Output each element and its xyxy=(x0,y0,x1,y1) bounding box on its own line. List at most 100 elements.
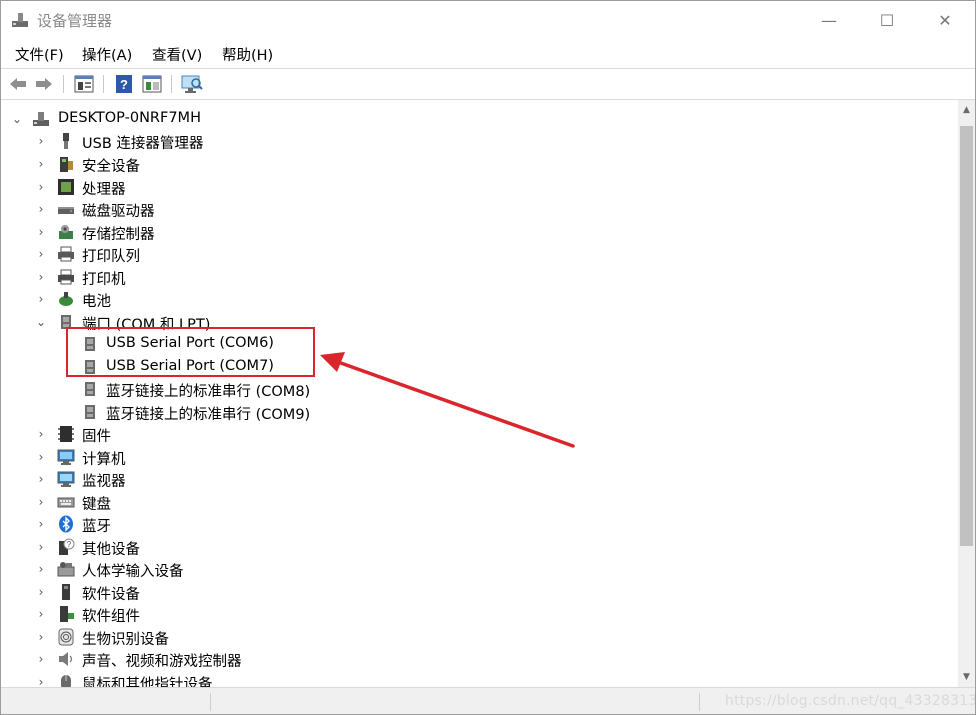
tree-item-label: 存储控制器 xyxy=(82,227,155,243)
tree-item-disk-drive[interactable]: › 磁盘驱动器 xyxy=(1,198,941,220)
sound-icon xyxy=(59,652,73,666)
tree-item-battery[interactable]: › 电池 xyxy=(1,288,941,310)
port-item-com9[interactable]: 蓝牙链接上的标准串行 (COM9) xyxy=(1,401,941,423)
computer-icon xyxy=(57,449,75,465)
tree-item-label: 软件设备 xyxy=(82,587,140,603)
scrollbar-thumb[interactable] xyxy=(960,126,973,546)
svg-text:?: ? xyxy=(67,540,72,549)
print-queue-icon xyxy=(58,246,74,262)
menu-action[interactable]: 操作(A) xyxy=(82,44,132,65)
chevron-right-icon[interactable]: › xyxy=(34,178,48,196)
tree-item-storage-controller[interactable]: › 存储控制器 xyxy=(1,221,941,243)
chevron-right-icon[interactable]: › xyxy=(34,223,48,241)
tree-item-print-queue[interactable]: › 打印队列 xyxy=(1,243,941,265)
security-device-icon xyxy=(60,157,73,172)
firmware-icon xyxy=(58,426,74,442)
toolbar-separator xyxy=(103,75,104,93)
chevron-right-icon[interactable]: › xyxy=(34,583,48,601)
battery-icon xyxy=(59,292,73,306)
biometric-icon xyxy=(58,628,74,646)
chevron-right-icon[interactable]: › xyxy=(34,470,48,488)
tree-item-label: 固件 xyxy=(82,429,111,445)
tree-item-usb-connector[interactable]: › USB 连接器管理器 xyxy=(1,130,941,152)
tree-item-label: 打印机 xyxy=(82,272,126,288)
tree-item-mouse[interactable]: › 鼠标和其他指针设备 xyxy=(1,671,941,687)
monitor-icon xyxy=(57,471,75,487)
chevron-right-icon[interactable]: › xyxy=(34,673,48,687)
minimize-button[interactable]: — xyxy=(800,1,858,39)
properties-icon[interactable] xyxy=(73,73,95,95)
chevron-right-icon[interactable]: › xyxy=(34,628,48,646)
tree-item-software-device[interactable]: › 软件设备 xyxy=(1,581,941,603)
port-item-label: 蓝牙链接上的标准串行 (COM8) xyxy=(106,384,311,400)
menu-file[interactable]: 文件(F) xyxy=(15,44,64,65)
chevron-right-icon[interactable]: › xyxy=(34,493,48,511)
usb-connector-icon xyxy=(63,133,69,149)
tree-item-firmware[interactable]: › 固件 xyxy=(1,423,941,445)
highlight-box xyxy=(66,327,315,377)
tree-item-sound[interactable]: › 声音、视频和游戏控制器 xyxy=(1,648,941,670)
hid-icon xyxy=(57,562,75,577)
chevron-down-icon[interactable]: ⌄ xyxy=(10,110,24,128)
tree-item-label: USB 连接器管理器 xyxy=(82,136,204,152)
chevron-down-icon[interactable]: ⌄ xyxy=(34,313,48,331)
chevron-right-icon[interactable]: › xyxy=(34,132,48,150)
chevron-right-icon[interactable]: › xyxy=(34,245,48,263)
tree-root[interactable]: ⌄ DESKTOP-0NRF7MH xyxy=(1,108,941,130)
tree-item-printer[interactable]: › 打印机 xyxy=(1,266,941,288)
menu-help[interactable]: 帮助(H) xyxy=(222,44,273,65)
tree-item-security[interactable]: › 安全设备 xyxy=(1,153,941,175)
menu-bar: 文件(F) 操作(A) 查看(V) 帮助(H) xyxy=(1,39,975,67)
software-component-icon xyxy=(60,606,74,622)
chevron-right-icon[interactable]: › xyxy=(34,650,48,668)
tree-item-computer[interactable]: › 计算机 xyxy=(1,446,941,468)
tree-item-label: 安全设备 xyxy=(82,159,140,175)
scroll-up-icon[interactable]: ▲ xyxy=(958,102,975,118)
tree-item-hid[interactable]: › 人体学输入设备 xyxy=(1,558,941,580)
close-button[interactable]: ✕ xyxy=(916,1,974,39)
toolbar-separator xyxy=(63,75,64,93)
scroll-down-icon[interactable]: ▼ xyxy=(958,669,975,685)
tree-item-other-devices[interactable]: › ? 其他设备 xyxy=(1,536,941,558)
help-icon[interactable]: ? xyxy=(113,73,135,95)
tree-item-keyboard[interactable]: › 键盘 xyxy=(1,491,941,513)
tree-item-label: 处理器 xyxy=(82,182,126,198)
tree-item-label: 声音、视频和游戏控制器 xyxy=(82,654,242,670)
device-manager-app-icon xyxy=(12,13,28,27)
mouse-icon xyxy=(61,675,71,687)
maximize-button[interactable]: ☐ xyxy=(858,1,916,39)
tree-item-label: 软件组件 xyxy=(82,609,140,625)
chevron-right-icon[interactable]: › xyxy=(34,515,48,533)
chevron-right-icon[interactable]: › xyxy=(34,268,48,286)
bluetooth-icon xyxy=(59,515,73,533)
back-icon[interactable] xyxy=(7,73,29,95)
chevron-right-icon[interactable]: › xyxy=(34,200,48,218)
tree-item-biometric[interactable]: › 生物识别设备 xyxy=(1,626,941,648)
port-item-com8[interactable]: 蓝牙链接上的标准串行 (COM8) xyxy=(1,378,941,400)
toolbar: ? xyxy=(1,68,975,100)
storage-controller-icon xyxy=(59,225,73,239)
tree-item-bluetooth[interactable]: › 蓝牙 xyxy=(1,513,941,535)
menu-view[interactable]: 查看(V) xyxy=(152,44,202,65)
serial-port-icon xyxy=(85,405,95,419)
window-title: 设备管理器 xyxy=(37,12,113,30)
vertical-scrollbar[interactable]: ▲ ▼ xyxy=(958,100,975,687)
chevron-right-icon[interactable]: › xyxy=(34,538,48,556)
tree-item-monitor[interactable]: › 监视器 xyxy=(1,468,941,490)
status-bar: https://blog.csdn.net/qq_43328313 xyxy=(1,687,975,714)
chevron-right-icon[interactable]: › xyxy=(34,290,48,308)
printer-icon xyxy=(58,269,74,285)
chevron-right-icon[interactable]: › xyxy=(34,560,48,578)
toolbar-separator xyxy=(171,75,172,93)
update-driver-icon[interactable] xyxy=(141,73,163,95)
chevron-right-icon[interactable]: › xyxy=(34,155,48,173)
chevron-right-icon[interactable]: › xyxy=(34,425,48,443)
scan-hardware-icon[interactable] xyxy=(181,73,203,95)
chevron-right-icon[interactable]: › xyxy=(34,448,48,466)
software-device-icon xyxy=(62,584,70,600)
chevron-right-icon[interactable]: › xyxy=(34,605,48,623)
tree-item-software-component[interactable]: › 软件组件 xyxy=(1,603,941,625)
forward-icon[interactable] xyxy=(33,73,55,95)
tree-item-label: 键盘 xyxy=(82,497,111,513)
tree-item-processor[interactable]: › 处理器 xyxy=(1,176,941,198)
